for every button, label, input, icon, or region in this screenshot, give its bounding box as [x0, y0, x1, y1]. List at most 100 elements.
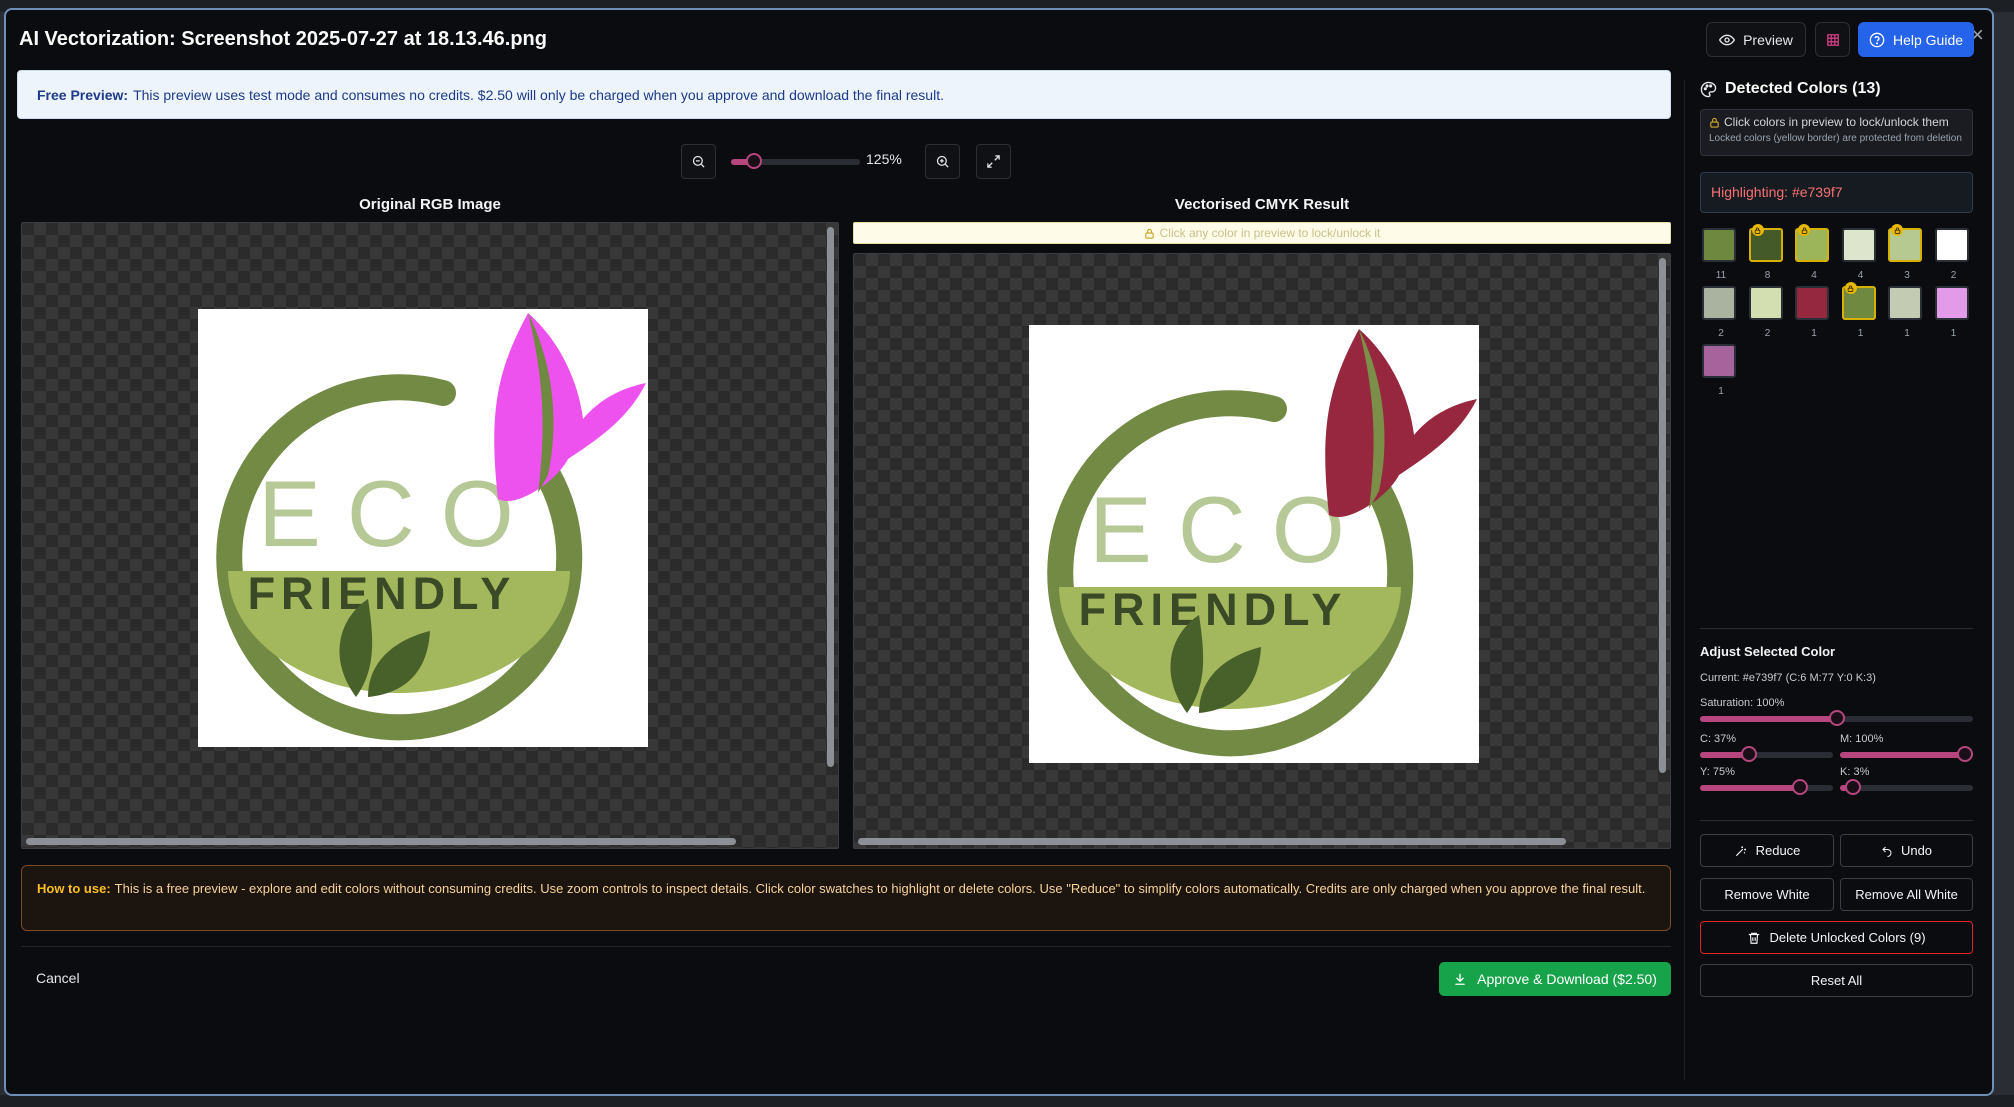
zoom-out-button[interactable]: [681, 144, 716, 179]
swatch-count: 1: [1857, 328, 1864, 339]
delete-unlocked-label: Delete Unlocked Colors (9): [1769, 930, 1926, 945]
color-swatch[interactable]: 1: [1934, 286, 1969, 339]
magenta-slider-thumb[interactable]: [1957, 746, 1973, 762]
color-swatch[interactable]: 1: [1795, 286, 1829, 339]
lock-badge-icon: [1751, 224, 1764, 236]
result-horizontal-scrollbar[interactable]: [858, 838, 1566, 845]
preview-button[interactable]: Preview: [1706, 22, 1806, 57]
color-swatch[interactable]: 2: [1934, 228, 1969, 281]
how-to-use-text: This is a free preview - explore and edi…: [114, 881, 1646, 896]
original-image-viewport[interactable]: ECO FRIENDLY: [21, 222, 839, 849]
swatch-count: 8: [1764, 270, 1771, 281]
swatch-count: 1: [1718, 386, 1724, 397]
vector-result-viewport[interactable]: ECO FRIENDLY: [853, 253, 1671, 849]
undo-icon: [1882, 846, 1892, 857]
free-preview-notice: Free Preview: This preview uses test mod…: [17, 70, 1671, 119]
swatch-count: 2: [1950, 270, 1957, 281]
how-to-use-bold: How to use:: [37, 881, 111, 896]
logo-petal: [494, 313, 646, 501]
delete-unlocked-colors-button[interactable]: Delete Unlocked Colors (9): [1700, 921, 1973, 954]
how-to-use-panel: How to use: This is a free preview - expl…: [21, 865, 1671, 931]
color-swatch[interactable]: 1: [1702, 344, 1736, 397]
reset-all-label: Reset All: [1810, 973, 1863, 988]
vector-logo-friendly-text[interactable]: FRIENDLY: [1079, 584, 1348, 635]
color-swatch[interactable]: 4: [1795, 224, 1829, 281]
saturation-slider[interactable]: [1700, 710, 1973, 726]
sidebar-divider: [1684, 80, 1685, 1080]
footer-divider: [21, 946, 1671, 947]
yellow-label: Y: 75%: [1700, 766, 1735, 778]
saturation-slider-thumb[interactable]: [1828, 710, 1845, 726]
zoom-in-button[interactable]: [925, 144, 960, 179]
color-swatch[interactable]: 3: [1888, 224, 1922, 281]
color-swatch[interactable]: 11: [1702, 228, 1736, 281]
result-vertical-scrollbar[interactable]: [1659, 258, 1666, 773]
black-label: K: 3%: [1840, 766, 1870, 778]
color-swatch[interactable]: 2: [1702, 286, 1736, 339]
zoom-in-icon: [936, 155, 949, 168]
yellow-slider-thumb[interactable]: [1791, 779, 1808, 795]
original-vertical-scrollbar[interactable]: [827, 227, 834, 767]
remove-all-white-button[interactable]: Remove All White: [1840, 878, 1973, 911]
swatch-count: 3: [1904, 270, 1910, 281]
approve-download-label: Approve & Download ($2.50): [1477, 971, 1657, 987]
zoom-out-icon: [692, 155, 705, 168]
vector-logo-petal[interactable]: [1325, 329, 1477, 517]
trash-icon: [1749, 932, 1760, 944]
color-swatch[interactable]: 8: [1748, 224, 1783, 281]
fullscreen-button[interactable]: [976, 144, 1011, 179]
eye-icon: [1719, 34, 1736, 45]
yellow-slider[interactable]: [1700, 779, 1833, 795]
result-pane-title: Vectorised CMYK Result: [1174, 196, 1350, 213]
swatch-count: 4: [1811, 270, 1817, 281]
notice-bold-label: Free Preview:: [37, 86, 129, 103]
adjust-current-value: Current: #e739f7 (C:6 M:77 Y:0 K:3): [1700, 672, 1876, 684]
lock-info-line1: Click colors in preview to lock/unlock t…: [1724, 115, 1949, 129]
zoom-level-label: 125%: [866, 151, 902, 167]
remove-all-white-label: Remove All White: [1855, 887, 1958, 902]
download-icon: [1455, 973, 1465, 985]
logo-friendly-text: FRIENDLY: [248, 568, 517, 619]
lock-badge-icon: [1844, 282, 1857, 294]
yellow-slider-fill: [1700, 785, 1800, 791]
magenta-label: M: 100%: [1840, 733, 1884, 745]
notice-text: This preview uses test mode and consumes…: [133, 86, 944, 103]
expand-icon: [987, 155, 1000, 168]
sidebar-separator-2: [1700, 820, 1973, 821]
adjust-color-title: Adjust Selected Color: [1700, 644, 1836, 659]
color-swatch[interactable]: 1: [1888, 286, 1922, 339]
black-slider[interactable]: [1840, 779, 1973, 795]
cyan-slider[interactable]: [1700, 746, 1833, 762]
background-app-footer: [0, 1095, 2014, 1107]
lock-info-box: Click colors in preview to lock/unlock t…: [1700, 109, 1973, 156]
magenta-slider[interactable]: [1840, 746, 1973, 762]
reduce-label: Reduce: [1755, 843, 1801, 858]
original-logo-image: ECO FRIENDLY: [198, 309, 648, 747]
remove-white-button[interactable]: Remove White: [1700, 878, 1834, 911]
swatch-count: 2: [1764, 328, 1771, 339]
grid-toggle-button[interactable]: [1815, 22, 1850, 57]
approve-download-button[interactable]: Approve & Download ($2.50): [1439, 962, 1671, 996]
original-pane-title: Original RGB Image: [359, 196, 501, 213]
help-circle-icon: [1869, 32, 1885, 47]
original-horizontal-scrollbar[interactable]: [26, 838, 736, 845]
help-guide-button[interactable]: Help Guide: [1858, 22, 1974, 57]
color-swatch[interactable]: 4: [1841, 228, 1876, 281]
remove-white-label: Remove White: [1724, 887, 1810, 902]
color-swatch[interactable]: 2: [1748, 286, 1783, 339]
detected-colors-header: Detected Colors (13): [1700, 80, 1881, 98]
preview-button-label: Preview: [1743, 31, 1793, 48]
lock-icon: [1144, 228, 1154, 239]
reset-all-button[interactable]: Reset All: [1700, 964, 1973, 997]
color-swatch[interactable]: 1: [1841, 282, 1876, 339]
highlighting-indicator: Highlighting: #e739f7: [1700, 172, 1973, 213]
lock-badge-icon: [1798, 224, 1810, 236]
swatch-count: 11: [1715, 270, 1727, 281]
reduce-button[interactable]: Reduce: [1700, 834, 1834, 867]
zoom-slider[interactable]: [731, 153, 860, 169]
saturation-label: Saturation: 100%: [1700, 697, 1785, 709]
vector-logo-image[interactable]: ECO FRIENDLY: [1029, 325, 1479, 763]
swatch-count: 2: [1718, 328, 1724, 339]
undo-button[interactable]: Undo: [1840, 834, 1973, 867]
cancel-button[interactable]: Cancel: [36, 970, 80, 986]
